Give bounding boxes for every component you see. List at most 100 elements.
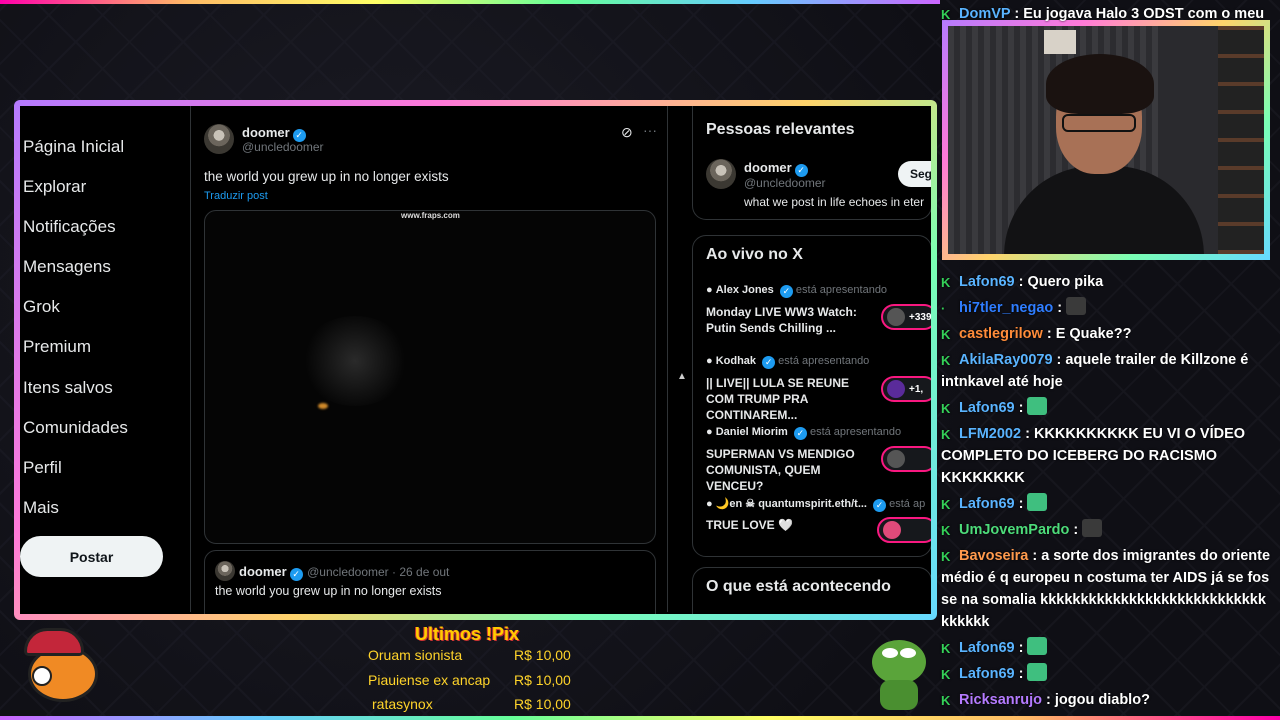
quote-author-handle: @uncledoomer · 26 de out xyxy=(307,565,450,579)
chat-username[interactable]: Bavoseira xyxy=(959,548,1028,564)
translate-link[interactable]: Traduzir post xyxy=(204,190,268,202)
kick-badge-icon: · xyxy=(941,301,946,316)
nav-home[interactable]: Página Inicial xyxy=(23,137,124,157)
chat-username[interactable]: LFM2002 xyxy=(959,426,1021,442)
chat-username[interactable]: UmJovemPardo xyxy=(959,522,1069,538)
chat-message: K Lafon69 : xyxy=(941,663,1273,685)
chat-emote xyxy=(1027,493,1048,511)
nav-more[interactable]: Mais xyxy=(23,498,59,518)
live-stream-title[interactable]: Monday LIVE WW3 Watch: Putin Sends Chill… xyxy=(706,304,876,336)
live-listeners-badge[interactable] xyxy=(881,446,931,472)
tweet-author-name[interactable]: doomer xyxy=(242,125,290,140)
chat-username[interactable]: Lafon69 xyxy=(959,666,1015,682)
live-listeners-badge[interactable] xyxy=(877,517,931,543)
right-sidebar: Pessoas relevantes doomer ✓ @uncledoomer … xyxy=(692,106,931,614)
pix-donor-amount: R$ 10,00 xyxy=(514,647,571,663)
video-frame-flame xyxy=(318,403,328,409)
kick-badge-icon: K xyxy=(941,401,951,416)
chat-username[interactable]: Lafon69 xyxy=(959,274,1015,290)
kick-badge-icon: K xyxy=(941,667,951,682)
x-twitter-page: Página Inicial Explorar Notificações Men… xyxy=(20,106,931,614)
kick-badge-icon: K xyxy=(941,497,951,512)
video-frame-figure xyxy=(300,316,410,406)
live-stream-title[interactable]: SUPERMAN VS MENDIGO COMUNISTA, QUEM VENC… xyxy=(706,446,876,494)
chat-username[interactable]: AkilaRay0079 xyxy=(959,352,1053,368)
nav-notifications[interactable]: Notificações xyxy=(23,217,116,237)
pepe-head xyxy=(872,640,926,684)
nav-profile[interactable]: Perfil xyxy=(23,458,62,478)
mouse-cursor-icon: ▲ xyxy=(677,371,687,382)
chat-username[interactable]: Lafon69 xyxy=(959,400,1015,416)
rainbow-border-top xyxy=(0,0,940,4)
pepe-frog-emote xyxy=(868,632,930,712)
nav-grok[interactable]: Grok xyxy=(23,297,60,317)
grok-icon[interactable]: ⊘ xyxy=(621,124,633,141)
live-stream-title[interactable]: || LIVE|| LULA SE REUNE COM TRUMP PRA CO… xyxy=(706,375,876,423)
live-host-name: Alex Jones xyxy=(715,284,774,296)
kick-badge-icon: K xyxy=(941,641,951,656)
live-host[interactable]: ● Alex Jones ✓ está apresentando xyxy=(706,284,887,298)
chat-text: Eu jogava Halo 3 ODST com o meu xyxy=(1023,6,1265,22)
pix-donor-amount: R$ 10,00 xyxy=(514,696,571,712)
nav-premium[interactable]: Premium xyxy=(23,337,91,357)
pix-donor-name: Oruam sionista xyxy=(368,647,463,663)
kick-badge-icon: K xyxy=(941,427,951,442)
chat-message: K AkilaRay0079 : aquele trailer de Killzo… xyxy=(941,352,1249,390)
live-stream-title[interactable]: TRUE LOVE 🤍 xyxy=(706,517,876,533)
kick-badge-icon: K xyxy=(941,693,951,708)
mascot-character xyxy=(18,628,114,708)
chat-username[interactable]: castlegrilow xyxy=(959,326,1043,342)
kick-badge-icon: K xyxy=(941,523,951,538)
pix-donor-amount: R$ 10,00 xyxy=(514,672,571,688)
mascot-eye xyxy=(32,666,52,686)
live-host[interactable]: ● 🌙en ☠ quantumspirit.eth/t... ✓ está ap xyxy=(706,497,925,512)
chat-message: K UmJovemPardo : xyxy=(941,519,1273,541)
live-host[interactable]: ● Daniel Miorim ✓ está apresentando xyxy=(706,426,901,440)
chat-text: E Quake?? xyxy=(1055,326,1132,342)
live-listeners-badge[interactable]: +1, xyxy=(881,376,931,402)
nav-bookmarks[interactable]: Itens salvos xyxy=(23,378,113,398)
nav-messages[interactable]: Mensagens xyxy=(23,257,111,277)
verified-icon: ✓ xyxy=(762,356,776,369)
chat-username[interactable]: Lafon69 xyxy=(959,640,1015,656)
tweet-author-handle[interactable]: @uncledoomer xyxy=(242,140,324,154)
live-host[interactable]: ● Kodhak ✓ está apresentando xyxy=(706,355,869,369)
chat-emote xyxy=(1027,637,1048,655)
listener-avatar xyxy=(887,450,905,468)
chat-username[interactable]: Lafon69 xyxy=(959,496,1015,512)
tweet-avatar[interactable] xyxy=(204,124,234,154)
follow-button[interactable]: Seg xyxy=(898,161,931,187)
tweet-text: the world you grew up in no longer exist… xyxy=(204,169,449,184)
chat-username[interactable]: hi7tler_negao xyxy=(959,300,1053,316)
tweet-column: doomer ✓ @uncledoomer ⊘ ··· the world you… xyxy=(190,106,668,614)
live-listeners-badge[interactable]: +339 xyxy=(881,304,931,330)
chat-username[interactable]: DomVP xyxy=(959,6,1010,22)
nav-explore[interactable]: Explorar xyxy=(23,177,86,197)
chat-message: · hi7tler_negao : xyxy=(941,297,1273,319)
relevant-people-title: Pessoas relevantes xyxy=(706,121,855,138)
listener-count: +1, xyxy=(909,383,924,395)
kick-badge-icon: K xyxy=(941,353,951,368)
stream-chat: K DomVP : Eu jogava Halo 3 ODST com o meu… xyxy=(940,0,1280,720)
verified-icon: ✓ xyxy=(793,427,807,440)
chat-text: Quero pika xyxy=(1027,274,1104,290)
relevant-avatar[interactable] xyxy=(706,159,736,189)
more-options-icon[interactable]: ··· xyxy=(643,122,657,138)
post-button[interactable]: Postar xyxy=(20,536,163,577)
chat-message: K LFM2002 : KKKKKKKKKK EU VI O VÍDEO COMP… xyxy=(941,426,1246,486)
pix-donor-name: Piauiense ex ancap xyxy=(368,672,491,688)
verified-icon: ✓ xyxy=(779,285,793,298)
relevant-handle[interactable]: @uncledoomer xyxy=(744,176,826,190)
chat-emote xyxy=(1082,519,1103,537)
chat-username[interactable]: Ricksanrujo xyxy=(959,692,1042,708)
relevant-name[interactable]: doomer xyxy=(744,160,792,175)
nav-communities[interactable]: Comunidades xyxy=(23,418,128,438)
whats-happening-card: O que está acontecendo xyxy=(692,567,931,614)
quote-avatar xyxy=(215,561,235,581)
whats-happening-title: O que está acontecendo xyxy=(706,578,891,595)
kick-badge-icon: K xyxy=(941,7,951,22)
quoted-tweet[interactable]: doomer ✓ @uncledoomer · 26 de out the wor… xyxy=(204,550,656,614)
tweet-video[interactable]: www.fraps.com xyxy=(204,210,656,544)
listener-avatar xyxy=(887,380,905,398)
live-host-status: está apresentando xyxy=(778,355,870,367)
